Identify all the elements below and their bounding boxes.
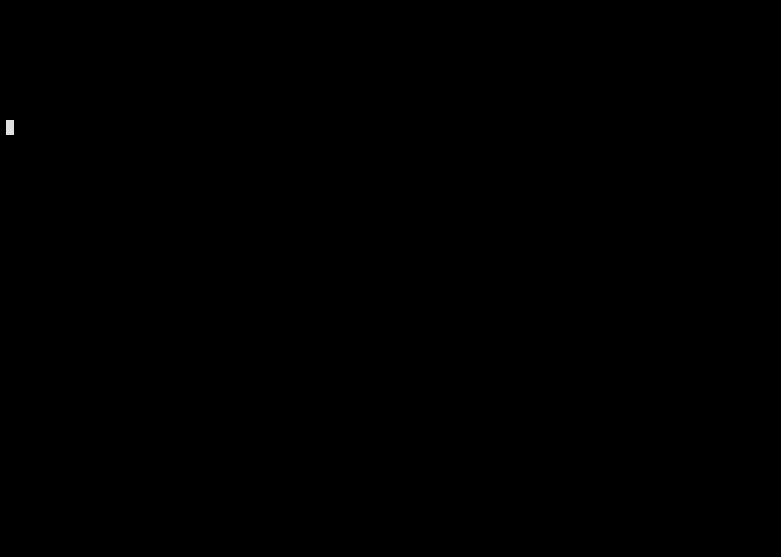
cursor[interactable] [6,120,14,135]
prompt-line[interactable] [6,118,775,137]
